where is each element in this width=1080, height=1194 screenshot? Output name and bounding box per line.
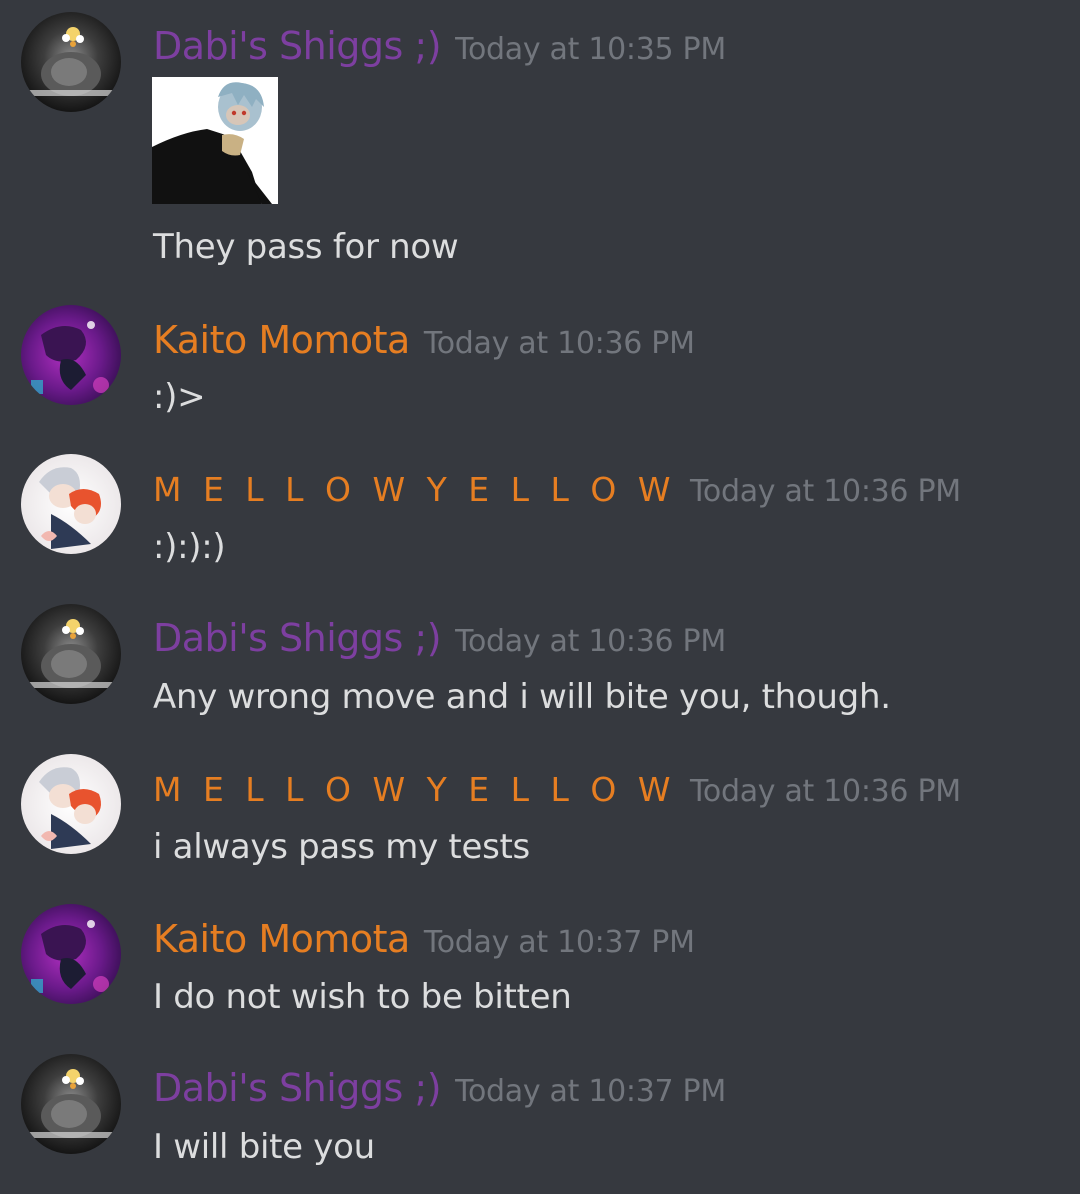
avatar-mellow[interactable] (21, 454, 121, 554)
message-text: I do not wish to be bitten (153, 977, 572, 1017)
timestamp: Today at 10:37 PM (423, 925, 695, 960)
timestamp: Today at 10:37 PM (455, 1074, 726, 1109)
timestamp: Today at 10:36 PM (689, 474, 961, 509)
message-header: Dabi's Shiggs ;) Today at 10:37 PM (153, 1069, 726, 1107)
message-text: :):):) (153, 527, 226, 567)
author-name[interactable]: Kaito Momota (153, 318, 410, 362)
message-header: Kaito Momota Today at 10:36 PM (153, 321, 695, 359)
timestamp: Today at 10:35 PM (455, 32, 726, 67)
timestamp: Today at 10:36 PM (455, 624, 726, 659)
author-name[interactable]: M E L L O W Y E L L O W (153, 770, 676, 809)
message-header: Dabi's Shiggs ;) Today at 10:36 PM (153, 619, 726, 657)
avatar-kaito[interactable] (21, 904, 121, 1004)
message-header: M E L L O W Y E L L O W Today at 10:36 PM (153, 473, 961, 507)
avatar-kaito[interactable] (21, 305, 121, 405)
image-attachment[interactable] (152, 77, 278, 204)
author-name[interactable]: Dabi's Shiggs ;) (153, 1066, 442, 1110)
message-header: Kaito Momota Today at 10:37 PM (153, 920, 695, 958)
avatar-dabi[interactable] (21, 1054, 121, 1154)
avatar-dabi[interactable] (21, 604, 121, 704)
message-text: They pass for now (153, 227, 459, 267)
message-text: Any wrong move and i will bite you, thou… (153, 677, 891, 717)
author-name[interactable]: M E L L O W Y E L L O W (153, 470, 676, 509)
message-header: Dabi's Shiggs ;) Today at 10:35 PM (153, 27, 726, 65)
message-text: i always pass my tests (153, 827, 530, 867)
author-name[interactable]: Kaito Momota (153, 917, 410, 961)
message-header: M E L L O W Y E L L O W Today at 10:36 PM (153, 773, 961, 807)
avatar-dabi[interactable] (21, 12, 121, 112)
author-name[interactable]: Dabi's Shiggs ;) (153, 24, 442, 68)
message-text: I will bite you (153, 1127, 375, 1167)
timestamp: Today at 10:36 PM (423, 326, 695, 361)
author-name[interactable]: Dabi's Shiggs ;) (153, 616, 442, 660)
message-text: :)> (153, 377, 206, 417)
timestamp: Today at 10:36 PM (689, 774, 961, 809)
chat-log: Dabi's Shiggs ;) Today at 10:35 PM They p… (0, 0, 1080, 1194)
avatar-mellow[interactable] (21, 754, 121, 854)
